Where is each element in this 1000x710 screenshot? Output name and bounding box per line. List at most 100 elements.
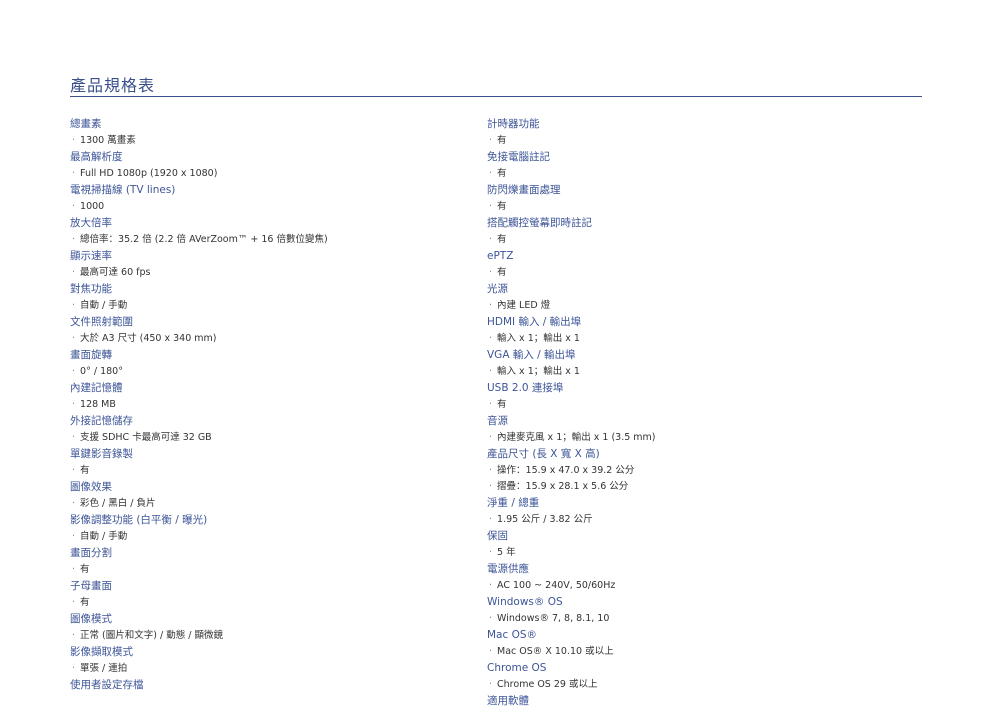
spec-heading: 搭配觸控螢幕即時註記 [487,217,592,229]
spec-value-row: · 有 [487,265,907,281]
spec-value: 內建麥克風 x 1；輸出 x 1 (3.5 mm) [497,432,656,443]
spec-value-row: · 有 [487,232,907,248]
spec-item: 適用軟體 [487,693,907,710]
spec-item: 防閃爍畫面處理 · 有 [487,182,907,215]
spec-column-left: 總畫素 · 1300 萬畫素 最高解析度 · Full HD 1080p (1920 x … [70,116,470,694]
spec-heading: 防閃爍畫面處理 [487,184,561,196]
spec-item: Windows® OS · Windows® 7, 8, 8.1, 10 [487,594,907,627]
spec-value-row: · 有 [487,397,907,413]
bullet-icon: · [489,580,493,591]
spec-item: 電視掃描線 (TV lines) · 1000 [70,182,470,215]
spec-value-row: · 1000 [70,199,470,215]
spec-value-row: · 總倍率：35.2 倍 (2.2 倍 AVerZoom™ + 16 倍數位變焦) [70,232,470,248]
bullet-icon: · [72,564,76,575]
spec-value-row: · 5 年 [487,545,907,561]
bullet-icon: · [489,267,493,278]
bullet-icon: · [72,201,76,212]
spec-value: 有 [497,135,507,146]
spec-heading: 電源供應 [487,563,529,575]
bullet-icon: · [489,135,493,146]
bullet-icon: · [489,465,493,476]
spec-heading: 光源 [487,283,508,295]
spec-value-row: · 正常 (圖片和文字) / 動態 / 顯微鏡 [70,628,470,644]
bullet-icon: · [72,267,76,278]
spec-item: 使用者設定存檔 [70,677,470,694]
spec-value: 摺疊：15.9 x 28.1 x 5.6 公分 [497,481,629,492]
spec-value: 支援 SDHC 卡最高可達 32 GB [80,432,212,443]
bullet-icon: · [72,432,76,443]
spec-heading: 保固 [487,530,508,542]
spec-value: 大於 A3 尺寸 (450 x 340 mm) [80,333,217,344]
spec-value-row: · Chrome OS 29 或以上 [487,677,907,693]
spec-heading: 對焦功能 [70,283,112,295]
bullet-icon: · [489,514,493,525]
spec-heading: 畫面旋轉 [70,349,112,361]
spec-item: 保固 · 5 年 [487,528,907,561]
spec-value: 自動 / 手動 [80,531,128,542]
spec-heading: Chrome OS [487,662,547,674]
spec-value-row: · Mac OS® X 10.10 或以上 [487,644,907,660]
spec-item: 淨重 / 總重 · 1.95 公斤 / 3.82 公斤 [487,495,907,528]
spec-value-row: · 有 [487,133,907,149]
spec-value-row: · 內建麥克風 x 1；輸出 x 1 (3.5 mm) [487,430,907,446]
spec-heading: 電視掃描線 (TV lines) [70,184,176,196]
spec-item: 內建記憶體 · 128 MB [70,380,470,413]
spec-value: Chrome OS 29 或以上 [497,679,598,690]
spec-value: 有 [497,267,507,278]
spec-value-row: · 彩色 / 黑白 / 負片 [70,496,470,512]
spec-heading: 子母畫面 [70,580,112,592]
spec-value-row: · 1300 萬畫素 [70,133,470,149]
spec-item: 文件照射範圍 · 大於 A3 尺寸 (450 x 340 mm) [70,314,470,347]
bullet-icon: · [489,679,493,690]
spec-heading: 音源 [487,415,508,427]
spec-heading: 影像調整功能 (白平衡 / 曝光) [70,514,208,526]
bullet-icon: · [489,333,493,344]
spec-heading: Windows® OS [487,596,563,608]
spec-heading: 適用軟體 [487,695,529,707]
bullet-icon: · [72,498,76,509]
bullet-icon: · [72,135,76,146]
bullet-icon: · [72,168,76,179]
spec-value-row: · 有 [70,463,470,479]
bullet-icon: · [489,547,493,558]
bullet-icon: · [489,481,493,492]
spec-value: 內建 LED 燈 [497,300,551,311]
spec-value: 輸入 x 1；輸出 x 1 [497,366,580,377]
bullet-icon: · [489,168,493,179]
spec-value: 0° / 180° [80,366,123,377]
spec-item: 計時器功能 · 有 [487,116,907,149]
spec-value-row: · 支援 SDHC 卡最高可達 32 GB [70,430,470,446]
spec-heading: 產品尺寸 (長 X 寬 X 高) [487,448,600,460]
spec-value-row: · Windows® 7, 8, 8.1, 10 [487,611,907,627]
spec-item: 搭配觸控螢幕即時註記 · 有 [487,215,907,248]
bullet-icon: · [72,234,76,245]
spec-value: 有 [80,564,90,575]
spec-heading: 淨重 / 總重 [487,497,540,509]
spec-heading: 總畫素 [70,118,102,130]
spec-item: 影像調整功能 (白平衡 / 曝光) · 自動 / 手動 [70,512,470,545]
spec-heading: 圖像模式 [70,613,112,625]
bullet-icon: · [72,597,76,608]
spec-value: Windows® 7, 8, 8.1, 10 [497,613,610,624]
spec-value: 有 [497,201,507,212]
spec-heading: 內建記憶體 [70,382,123,394]
spec-heading: HDMI 輸入 / 輸出埠 [487,316,582,328]
spec-item: 子母畫面 · 有 [70,578,470,611]
spec-item: 外接記憶儲存 · 支援 SDHC 卡最高可達 32 GB [70,413,470,446]
spec-heading: Mac OS® [487,629,538,641]
spec-value-row: · 1.95 公斤 / 3.82 公斤 [487,512,907,528]
spec-item: 對焦功能 · 自動 / 手動 [70,281,470,314]
spec-heading: 單鍵影音錄製 [70,448,133,460]
spec-value-row: · 內建 LED 燈 [487,298,907,314]
spec-value-row: · 128 MB [70,397,470,413]
spec-item: HDMI 輸入 / 輸出埠 · 輸入 x 1；輸出 x 1 [487,314,907,347]
spec-item: 影像擷取模式 · 單張 / 連拍 [70,644,470,677]
spec-value-row: · 最高可達 60 fps [70,265,470,281]
spec-value: 1300 萬畫素 [80,135,136,146]
bullet-icon: · [72,663,76,674]
spec-item: Chrome OS · Chrome OS 29 或以上 [487,660,907,693]
spec-value-row: · Full HD 1080p (1920 x 1080) [70,166,470,182]
title-divider [70,96,922,97]
spec-item: VGA 輸入 / 輸出埠 · 輸入 x 1；輸出 x 1 [487,347,907,380]
spec-value: Full HD 1080p (1920 x 1080) [80,168,218,179]
